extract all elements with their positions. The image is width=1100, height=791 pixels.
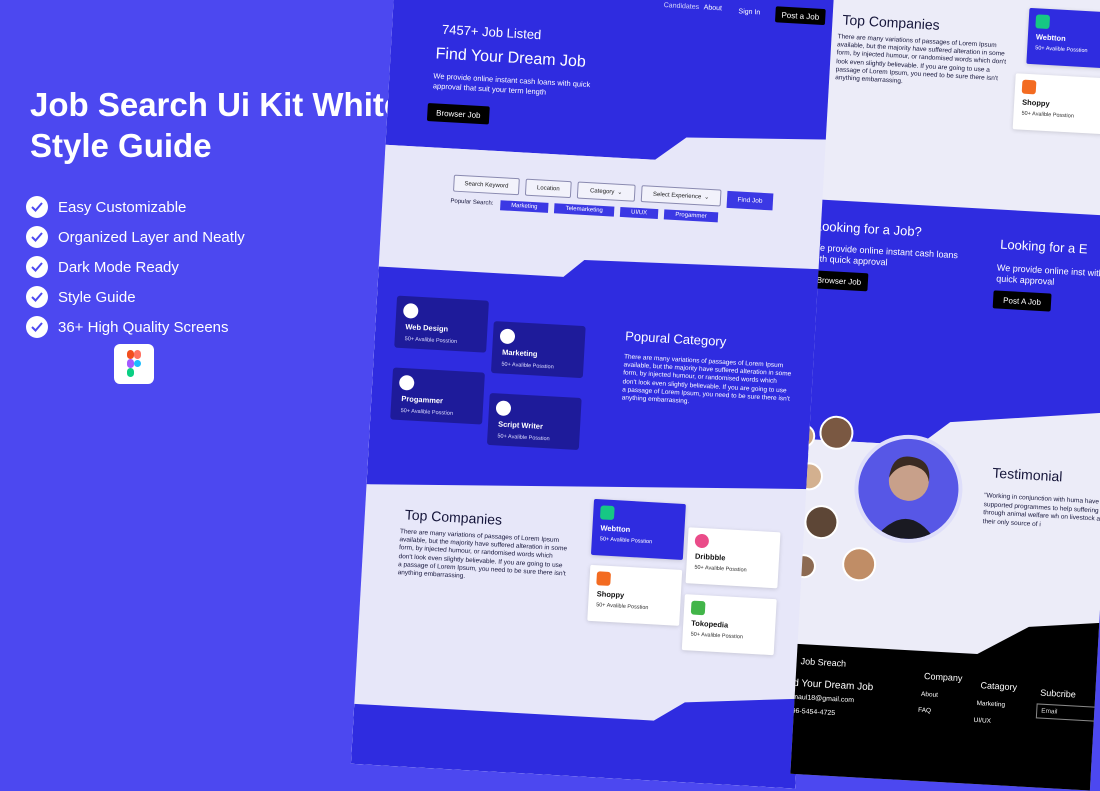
category-select[interactable]: Category ⌄ — [576, 181, 636, 202]
find-job-button[interactable]: Find Job — [726, 190, 774, 211]
tag-telemarketing[interactable]: Telemarketing — [553, 203, 615, 217]
tokopedia-logo-icon — [690, 600, 706, 616]
experience-select[interactable]: Select Experience ⌄ — [640, 185, 722, 207]
company-card-tokopedia[interactable]: Tokopedia 50+ Avalible Posstion — [681, 594, 777, 656]
top-companies-title: Top Companies — [404, 506, 503, 528]
footer-company-title: Company — [923, 671, 963, 684]
browse-job-button[interactable]: Browser Job — [809, 270, 869, 292]
pen-icon — [495, 400, 512, 417]
browse-job-button[interactable]: Browser Job — [426, 103, 490, 125]
top-companies-desc: There are many variations of passages of… — [835, 33, 1007, 85]
monitor-icon — [402, 302, 419, 319]
shoppy-logo-icon — [1021, 79, 1037, 95]
category-name: Script Writer — [497, 419, 544, 431]
popular-category-desc: There are many variations of passages of… — [621, 353, 792, 406]
company-card-webtton[interactable]: Webtton 50+ Avalible Posstion — [1026, 7, 1100, 69]
feature-item: 36+ High Quality Screens — [26, 312, 245, 342]
footer-category-title: Catagory — [980, 680, 1018, 693]
check-icon — [26, 226, 48, 248]
testimonial-title: Testimonial — [992, 464, 1063, 485]
check-icon — [26, 196, 48, 218]
company-name: Shoppy — [596, 589, 625, 600]
feature-item: Easy Customizable — [26, 192, 245, 222]
search-keyword-input[interactable]: Search Keyword — [453, 174, 520, 196]
category-positions: 50+ Avalible Posstion — [497, 433, 550, 443]
company-card-shoppy[interactable]: Shoppy 50+ Avalible Posstion — [587, 564, 683, 626]
category-card-marketing[interactable]: Marketing 50+ Avalible Posstion — [490, 321, 586, 379]
category-name: Marketing — [501, 347, 538, 359]
top-companies-desc: There are many variations of passages of… — [397, 528, 568, 580]
avatar — [803, 504, 840, 541]
category-card-progammer[interactable]: Progammer 50+ Avalible Posstion — [390, 367, 485, 425]
company-name: Tokopedia — [691, 618, 729, 630]
company-card-webtton[interactable]: Webtton 50+ Avalible Posstion — [590, 498, 686, 560]
company-name: Webtton — [1035, 32, 1066, 43]
popular-search-label: Popular Search: — [450, 198, 494, 207]
mockup-landing-page: Candidates About Sign In Post a Job 7457… — [350, 0, 840, 789]
nav-signin[interactable]: Sign In — [738, 8, 760, 16]
avatar — [841, 546, 878, 583]
tag-marketing[interactable]: Marketing — [500, 200, 549, 213]
check-icon — [26, 316, 48, 338]
feature-item: Dark Mode Ready — [26, 252, 245, 282]
company-card-dribbble[interactable]: Dribbble 50+ Avalible Posstion — [685, 527, 781, 589]
footer-link-marketing[interactable]: Marketing — [976, 700, 1005, 709]
figma-icon — [114, 344, 154, 384]
hero-title: Job Search Ui Kit White Style Guide — [30, 86, 403, 164]
company-positions: 50+ Avalible Posstion — [595, 602, 649, 612]
category-card-web-design[interactable]: Web Design 50+ Avalible Posstion — [394, 295, 489, 353]
company-name: Shoppy — [1021, 97, 1050, 109]
feature-item: Style Guide — [26, 282, 245, 312]
category-positions: 50+ Avalible Posstion — [400, 408, 454, 417]
category-positions: 50+ Avalible Posstion — [501, 361, 554, 371]
footer-subscribe-title: Subcribe — [1039, 687, 1077, 700]
category-card-script-writer[interactable]: Script Writer 50+ Avalible Posstion — [486, 392, 582, 450]
company-name: Dribbble — [694, 551, 726, 563]
webtton-logo-icon — [1035, 14, 1051, 30]
check-icon — [26, 256, 48, 278]
company-positions: 50+ Avalible Posstion — [599, 536, 653, 546]
feature-label: Organized Layer and Neatly — [58, 228, 245, 246]
company-positions: 50+ Avalible Posstion — [690, 631, 744, 641]
feature-item: Organized Layer and Neatly — [26, 222, 245, 252]
company-positions: 50+ Avalible Posstion — [1035, 45, 1088, 55]
experience-label: Select Experience — [652, 191, 702, 200]
nav-about[interactable]: About — [703, 4, 722, 12]
post-job-button[interactable]: Post a Job — [774, 6, 826, 26]
category-name: Progammer — [401, 394, 444, 406]
megaphone-icon — [499, 328, 516, 345]
bottom-band — [350, 698, 801, 789]
top-companies-title: Top Companies — [842, 11, 941, 33]
company-card-shoppy[interactable]: Shoppy 50+ Avalible Posstion — [1012, 73, 1100, 135]
chevron-down-icon: ⌄ — [617, 189, 623, 197]
category-name: Web Design — [405, 322, 449, 334]
company-name: Webtton — [600, 523, 631, 534]
feature-label: 36+ High Quality Screens — [58, 318, 229, 336]
company-positions: 50+ Avalible Posstion — [694, 564, 747, 574]
location-input[interactable]: Location — [524, 178, 572, 199]
footer-link-uiux[interactable]: UI/UX — [973, 717, 991, 725]
tag-uiux[interactable]: UI/UX — [619, 206, 659, 220]
mockup-secondary-page: Top Companies There are many variations … — [790, 0, 1100, 791]
feature-label: Dark Mode Ready — [58, 258, 179, 276]
footer-link-about[interactable]: About — [921, 691, 938, 699]
code-icon — [398, 374, 415, 391]
shoppy-logo-icon — [596, 571, 612, 586]
footer-link-faq[interactable]: FAQ — [918, 707, 931, 715]
tag-progammer[interactable]: Progammer — [663, 209, 719, 223]
category-label: Category — [589, 187, 615, 196]
dribbble-logo-icon — [694, 533, 710, 549]
feature-list: Easy Customizable Organized Layer and Ne… — [26, 192, 245, 342]
feature-label: Easy Customizable — [58, 198, 187, 216]
chevron-down-icon: ⌄ — [704, 194, 710, 201]
check-icon — [26, 286, 48, 308]
feature-label: Style Guide — [58, 288, 136, 306]
webtton-logo-icon — [599, 505, 615, 521]
company-positions: 50+ Avalible Posstion — [1021, 110, 1074, 120]
post-job-button[interactable]: Post A Job — [992, 290, 1052, 312]
testimonial-quote: "Working in conjunction with huma have s… — [982, 492, 1100, 528]
category-positions: 50+ Avalible Posstion — [404, 336, 458, 346]
